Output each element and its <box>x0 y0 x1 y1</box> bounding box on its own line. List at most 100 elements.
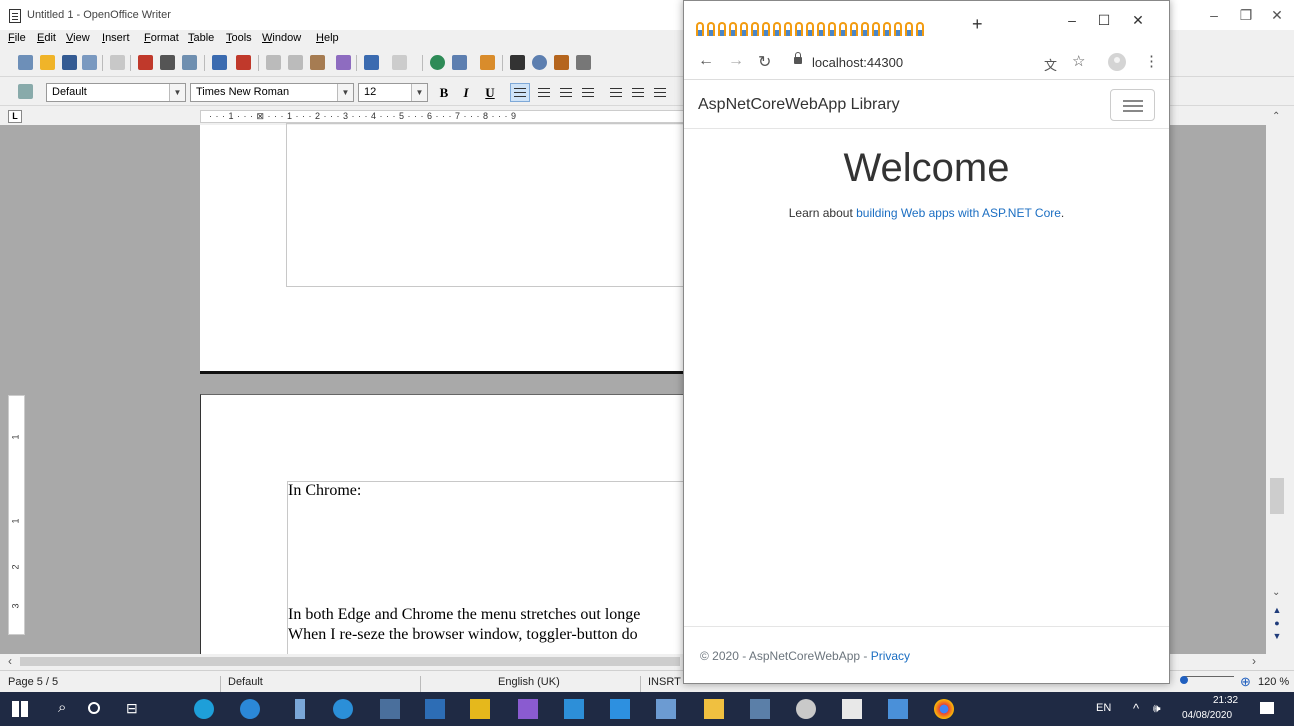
document-paragraph[interactable]: In Chrome: <box>288 482 361 500</box>
justify-button[interactable] <box>578 83 598 102</box>
horizontal-scroll-thumb[interactable] <box>20 657 680 666</box>
input-language-indicator[interactable]: EN <box>1096 702 1111 714</box>
search-icon[interactable]: ⌕ <box>58 699 66 716</box>
phone-link-icon[interactable] <box>750 699 770 719</box>
undo-icon[interactable] <box>364 55 379 70</box>
language-indicator[interactable]: English (UK) <box>498 676 560 688</box>
screenshot-tool-icon[interactable] <box>425 699 445 719</box>
page-preview-icon[interactable] <box>182 55 197 70</box>
scroll-left-icon[interactable]: ‹ <box>8 654 12 668</box>
site-brand-link[interactable]: AspNetCoreWebApp Library <box>698 96 900 114</box>
draw-functions-icon[interactable] <box>480 55 495 70</box>
profile-avatar-icon[interactable] <box>1108 53 1126 71</box>
menu-insert[interactable]: Insert <box>102 32 130 44</box>
previous-page-icon[interactable]: ▲ <box>1268 604 1286 616</box>
reload-icon[interactable]: ↻ <box>758 52 771 72</box>
scroll-right-icon[interactable]: › <box>1252 654 1256 668</box>
usb-drive-icon[interactable] <box>295 699 305 719</box>
navbar-toggler-button[interactable] <box>1110 89 1155 121</box>
lock-icon[interactable] <box>794 52 802 64</box>
vertical-ruler[interactable]: 1 1 2 3 <box>8 395 25 635</box>
save-icon[interactable] <box>62 55 77 70</box>
cortana-icon[interactable] <box>88 702 100 714</box>
menu-table[interactable]: Table <box>188 32 214 44</box>
new-tab-button[interactable]: + <box>972 14 983 35</box>
menu-help[interactable]: Help <box>316 32 339 44</box>
chrome-tab-active[interactable] <box>692 10 952 44</box>
navigation-icon[interactable]: ● <box>1268 617 1286 629</box>
chevron-down-icon[interactable]: ▼ <box>169 84 185 101</box>
task-view-icon[interactable]: ⊟ <box>126 700 138 717</box>
chrome-minimize-button[interactable]: – <box>1054 9 1090 31</box>
align-right-button[interactable] <box>556 83 576 102</box>
visual-studio-icon[interactable] <box>518 699 538 719</box>
chrome-close-button[interactable]: ✕ <box>1120 9 1156 31</box>
page-style-indicator[interactable]: Default <box>228 676 263 688</box>
styles-icon[interactable] <box>18 84 33 99</box>
insert-mode-indicator[interactable]: INSRT <box>648 676 681 688</box>
document-page-5[interactable]: In Chrome: In both Edge and Chrome the m… <box>200 394 685 661</box>
zoom-value[interactable]: 120 % <box>1258 676 1289 688</box>
underline-button[interactable]: U <box>480 83 500 102</box>
menu-view[interactable]: View <box>66 32 90 44</box>
file-explorer-icon[interactable] <box>704 699 724 719</box>
vertical-scrollbar[interactable]: ⌃ ⌄ ▲ ● ▼ <box>1266 107 1294 654</box>
scroll-up-icon[interactable]: ⌃ <box>1272 111 1280 122</box>
document-paragraph[interactable]: When I re-seze the browser window, toggl… <box>288 626 638 644</box>
bullets-button[interactable] <box>628 83 648 102</box>
data-sources-icon[interactable] <box>576 55 591 70</box>
tray-chevron-up-icon[interactable]: ^ <box>1133 701 1139 716</box>
back-arrow-icon[interactable]: ← <box>698 52 714 70</box>
format-paintbrush-icon[interactable] <box>336 55 351 70</box>
next-page-icon[interactable]: ▼ <box>1268 630 1286 642</box>
document-page-4[interactable] <box>200 123 684 374</box>
vertical-scroll-thumb[interactable] <box>1270 478 1284 514</box>
menu-file[interactable]: File <box>8 32 26 44</box>
copy-icon[interactable] <box>288 55 303 70</box>
chrome-menu-icon[interactable]: ⋮ <box>1144 52 1159 70</box>
menu-tools[interactable]: Tools <box>226 32 252 44</box>
find-binoculars-icon[interactable] <box>510 55 525 70</box>
volume-icon[interactable]: 🕪 <box>1153 701 1161 716</box>
vs-installer-icon[interactable] <box>564 699 584 719</box>
bookmark-star-icon[interactable]: ☆ <box>1072 52 1085 70</box>
internet-explorer-icon[interactable] <box>240 699 260 719</box>
skype-icon[interactable] <box>333 699 353 719</box>
email-icon[interactable] <box>82 55 97 70</box>
numbering-button[interactable] <box>606 83 626 102</box>
italic-button[interactable]: I <box>456 83 476 102</box>
table-icon[interactable] <box>452 55 467 70</box>
edit-file-icon[interactable] <box>110 55 125 70</box>
zoom-in-icon[interactable]: ⊕ <box>1240 674 1251 690</box>
paragraph-style-combo[interactable]: Default ▼ <box>46 83 186 102</box>
forward-arrow-icon[interactable]: → <box>728 52 744 70</box>
horizontal-ruler[interactable]: · · · 1 · · · ⊠ · · · 1 · · · 2 · · · 3 … <box>200 110 684 123</box>
chevron-down-icon[interactable]: ▼ <box>337 84 353 101</box>
export-pdf-icon[interactable] <box>138 55 153 70</box>
scroll-down-icon[interactable]: ⌄ <box>1272 587 1280 598</box>
page-indicator[interactable]: Page 5 / 5 <box>8 676 58 688</box>
decrease-indent-button[interactable] <box>650 83 670 102</box>
zoom-slider-track[interactable] <box>1184 676 1234 677</box>
align-center-button[interactable] <box>534 83 554 102</box>
settings-gear-icon[interactable] <box>796 699 816 719</box>
font-size-combo[interactable]: 12 ▼ <box>358 83 428 102</box>
clock-time[interactable]: 21:32 <box>1213 695 1238 706</box>
windows-start-icon[interactable] <box>12 701 28 717</box>
chrome-maximize-button[interactable]: ☐ <box>1086 9 1122 31</box>
navigator-icon[interactable] <box>532 55 547 70</box>
chrome-taskbar-icon[interactable] <box>934 699 954 719</box>
vscode-icon[interactable] <box>610 699 630 719</box>
privacy-link[interactable]: Privacy <box>871 649 910 663</box>
open-folder-icon[interactable] <box>40 55 55 70</box>
print-icon[interactable] <box>160 55 175 70</box>
pen-app-icon[interactable] <box>888 699 908 719</box>
aspnet-docs-link[interactable]: building Web apps with ASP.NET Core <box>856 206 1061 220</box>
tab-stop-selector[interactable]: L <box>8 110 22 123</box>
paste-icon[interactable] <box>310 55 325 70</box>
network-icon[interactable] <box>656 699 676 719</box>
cut-icon[interactable] <box>266 55 281 70</box>
writer-close-button[interactable]: ✕ <box>1255 4 1294 26</box>
menu-format[interactable]: Format <box>144 32 179 44</box>
redo-icon[interactable] <box>392 55 407 70</box>
